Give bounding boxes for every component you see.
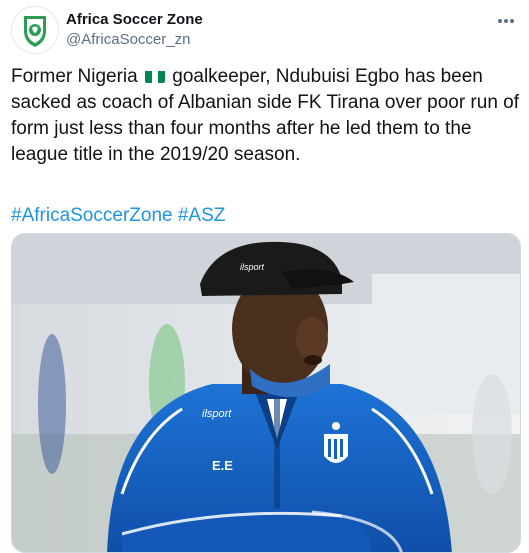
coach-photo-illustration: ilsport ilsport E.E [12, 234, 520, 552]
nigeria-flag-icon [144, 68, 165, 83]
tweet-text: Former Nigeria goalkeeper, Ndubuisi Egbo… [11, 64, 526, 168]
author-display-name[interactable]: Africa Soccer Zone [66, 11, 203, 29]
more-options-icon[interactable] [495, 12, 517, 30]
avatar[interactable] [11, 6, 59, 54]
africa-soccer-zone-logo-icon [13, 8, 57, 52]
tweet-card: Africa Soccer Zone @AfricaSoccer_zn Form… [0, 0, 529, 553]
author-block: Africa Soccer Zone @AfricaSoccer_zn [66, 11, 203, 49]
cap-brand-text: ilsport [240, 262, 265, 272]
hashtag-link[interactable]: #ASZ [178, 205, 226, 226]
jacket-initials-text: E.E [212, 458, 233, 473]
tweet-text-start: Former Nigeria [11, 66, 138, 87]
jacket-brand-text: ilsport [202, 408, 232, 420]
author-handle[interactable]: @AfricaSoccer_zn [66, 31, 203, 49]
tweet-photo[interactable]: ilsport ilsport E.E [11, 233, 521, 553]
hashtag-line: #AfricaSoccerZone #ASZ [11, 203, 225, 229]
hashtag-link[interactable]: #AfricaSoccerZone [11, 205, 173, 226]
